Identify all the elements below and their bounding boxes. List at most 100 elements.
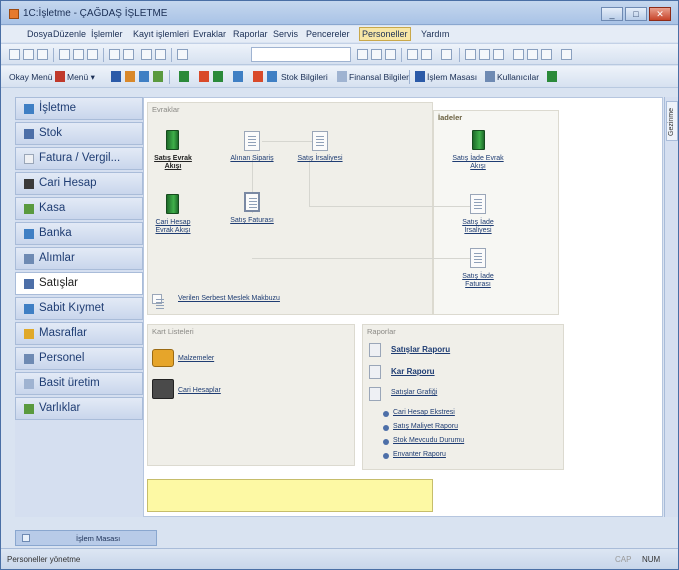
- report-icon[interactable]: [369, 365, 381, 379]
- coins-icon[interactable]: [199, 71, 209, 82]
- makbuz-icon[interactable]: [152, 294, 164, 304]
- sidebar-item-cari-hesap[interactable]: Cari Hesap: [15, 172, 143, 195]
- bars-icon[interactable]: [125, 71, 135, 82]
- building-icon[interactable]: [111, 71, 121, 82]
- menu-pencereler[interactable]: Pencereler: [306, 29, 350, 39]
- book-icon[interactable]: [179, 71, 189, 82]
- print-icon[interactable]: [109, 49, 120, 60]
- satis-iade-irsaliyesi-icon[interactable]: [470, 194, 486, 214]
- sidebar-item-banka[interactable]: Banka: [15, 222, 143, 245]
- satis-iade-evrak-akisi-icon[interactable]: [472, 130, 485, 150]
- doc-icon[interactable]: [139, 71, 149, 82]
- list-icon[interactable]: [253, 71, 263, 82]
- cari-hesaplar-link[interactable]: Cari Hesaplar: [178, 387, 221, 394]
- sidebar-item-isletme[interactable]: İşletme: [15, 97, 143, 120]
- users-button[interactable]: Kullanıcılar: [497, 72, 539, 82]
- menu-servis[interactable]: Servis: [273, 29, 298, 39]
- new-icon[interactable]: [9, 49, 20, 60]
- satis-irsaliyesi-link[interactable]: Satış İrsaliyesi: [290, 155, 350, 163]
- sidebar-item-fatura[interactable]: Fatura / Vergil...: [15, 147, 143, 170]
- calc-icon[interactable]: [267, 71, 277, 82]
- report-icon[interactable]: [369, 343, 381, 357]
- stok-mevcudu-durumu-link[interactable]: Stok Mevcudu Durumu: [393, 437, 464, 444]
- sidebar-item-alimlar[interactable]: Alımlar: [15, 247, 143, 270]
- paste-icon[interactable]: [87, 49, 98, 60]
- menu-evraklar[interactable]: Evraklar: [193, 29, 226, 39]
- menu-dropdown-button[interactable]: Menü ▾: [67, 72, 95, 83]
- preview-icon[interactable]: [123, 49, 134, 60]
- okay-menu-button[interactable]: Okay Menü: [9, 72, 52, 82]
- font-bold-icon[interactable]: [513, 49, 524, 60]
- envanter-raporu-link[interactable]: Envanter Raporu: [393, 451, 446, 458]
- menu-raporlar[interactable]: Raporlar: [233, 29, 268, 39]
- cari-hesap-ekstresi-link[interactable]: Cari Hesap Ekstresi: [393, 409, 455, 416]
- cari-hesap-evrak-akisi-link[interactable]: Cari Hesap Evrak Akışı: [148, 219, 198, 235]
- sidebar-item-masraflar[interactable]: Masraflar: [15, 322, 143, 345]
- table-view-icon[interactable]: [153, 71, 163, 82]
- filter-icon[interactable]: [357, 49, 368, 60]
- alinan-siparis-link[interactable]: Alınan Sipariş: [220, 155, 284, 163]
- finance-info-button[interactable]: Finansal Bilgiler: [349, 72, 409, 82]
- sidebar-item-sabit-kiymet[interactable]: Sabit Kıymet: [15, 297, 143, 320]
- close-button[interactable]: ✕: [649, 7, 671, 21]
- satis-iade-irsaliyesi-link[interactable]: Satış İade İrsaliyesi: [450, 219, 506, 235]
- menu-personeller[interactable]: Personeller: [359, 27, 411, 41]
- verilen-serbest-meslek-link[interactable]: Verilen Serbest Meslek Makbuzu: [178, 295, 280, 302]
- calculator-icon[interactable]: [421, 49, 432, 60]
- satis-faturasi-icon[interactable]: [244, 192, 260, 212]
- satis-evrak-akisi-icon[interactable]: [166, 130, 179, 150]
- table-icon[interactable]: [465, 49, 476, 60]
- help-icon[interactable]: [441, 49, 452, 60]
- satis-irsaliyesi-icon[interactable]: [312, 131, 328, 151]
- sidebar-item-personel[interactable]: Personel: [15, 347, 143, 370]
- satislar-grafigi-link[interactable]: Satışlar Grafiği: [391, 389, 437, 396]
- stock-info-button[interactable]: Stok Bilgileri: [281, 72, 328, 82]
- materials-box-icon[interactable]: [152, 349, 174, 367]
- menu-islemler[interactable]: İşlemler: [91, 29, 123, 39]
- chart-report-icon[interactable]: [369, 387, 381, 401]
- menu-duzenle[interactable]: Düzenle: [53, 29, 86, 39]
- satis-iade-faturasi-link[interactable]: Satış İade Faturası: [450, 273, 506, 289]
- align-icon[interactable]: [561, 49, 572, 60]
- satis-maliyet-raporu-link[interactable]: Satış Maliyet Raporu: [393, 423, 458, 430]
- kar-raporu-link[interactable]: Kar Raporu: [391, 367, 435, 376]
- sidebar-item-basit-uretim[interactable]: Basit üretim: [15, 372, 143, 395]
- cari-hesap-evrak-akisi-icon[interactable]: [166, 194, 179, 214]
- minimize-button[interactable]: _: [601, 7, 623, 21]
- title-bar[interactable]: 1C:İşletme - ÇAĞDAŞ İŞLETME _ □ ✕: [1, 1, 678, 25]
- accounts-cabinet-icon[interactable]: [152, 379, 174, 399]
- desk-button[interactable]: İşlem Masası: [427, 72, 477, 82]
- gezinme-side-tab[interactable]: Gezinme: [666, 101, 678, 141]
- maximize-button[interactable]: □: [625, 7, 647, 21]
- menu-dosya[interactable]: Dosya: [27, 29, 53, 39]
- menu-kayit-islemleri[interactable]: Kayıt işlemleri: [133, 29, 189, 39]
- ledger-icon[interactable]: [213, 71, 223, 82]
- menu-yardim[interactable]: Yardım: [421, 29, 449, 39]
- find-icon[interactable]: [177, 49, 188, 60]
- sidebar-item-stok[interactable]: Stok: [15, 122, 143, 145]
- satis-evrak-akisi-link[interactable]: Satış Evrak Akışı: [148, 155, 198, 171]
- satislar-raporu-link[interactable]: Satışlar Raporu: [391, 345, 450, 354]
- font-italic-icon[interactable]: [527, 49, 538, 60]
- font-underline-icon[interactable]: [541, 49, 552, 60]
- open-icon[interactable]: [23, 49, 34, 60]
- grid-icon[interactable]: [479, 49, 490, 60]
- malzemeler-link[interactable]: Malzemeler: [178, 355, 214, 362]
- search-combo[interactable]: [251, 47, 351, 62]
- satis-faturasi-link[interactable]: Satış Faturası: [220, 217, 284, 225]
- copy-icon[interactable]: [73, 49, 84, 60]
- sidebar-item-kasa[interactable]: Kasa: [15, 197, 143, 220]
- green-book-icon[interactable]: [547, 71, 557, 82]
- filter-edit-icon[interactable]: [385, 49, 396, 60]
- sidebar-item-varliklar[interactable]: Varlıklar: [15, 397, 143, 420]
- window-tab-islem-masasi[interactable]: İşlem Masası: [15, 530, 157, 546]
- satis-iade-faturasi-icon[interactable]: [470, 248, 486, 268]
- alinan-siparis-icon[interactable]: [244, 131, 260, 151]
- undo-icon[interactable]: [141, 49, 152, 60]
- save-icon[interactable]: [37, 49, 48, 60]
- sidebar-item-satislar[interactable]: Satışlar: [15, 272, 143, 295]
- calendar-icon[interactable]: [407, 49, 418, 60]
- cut-icon[interactable]: [59, 49, 70, 60]
- filter-clear-icon[interactable]: [371, 49, 382, 60]
- satis-iade-evrak-akisi-link[interactable]: Satış İade Evrak Akışı: [446, 155, 510, 171]
